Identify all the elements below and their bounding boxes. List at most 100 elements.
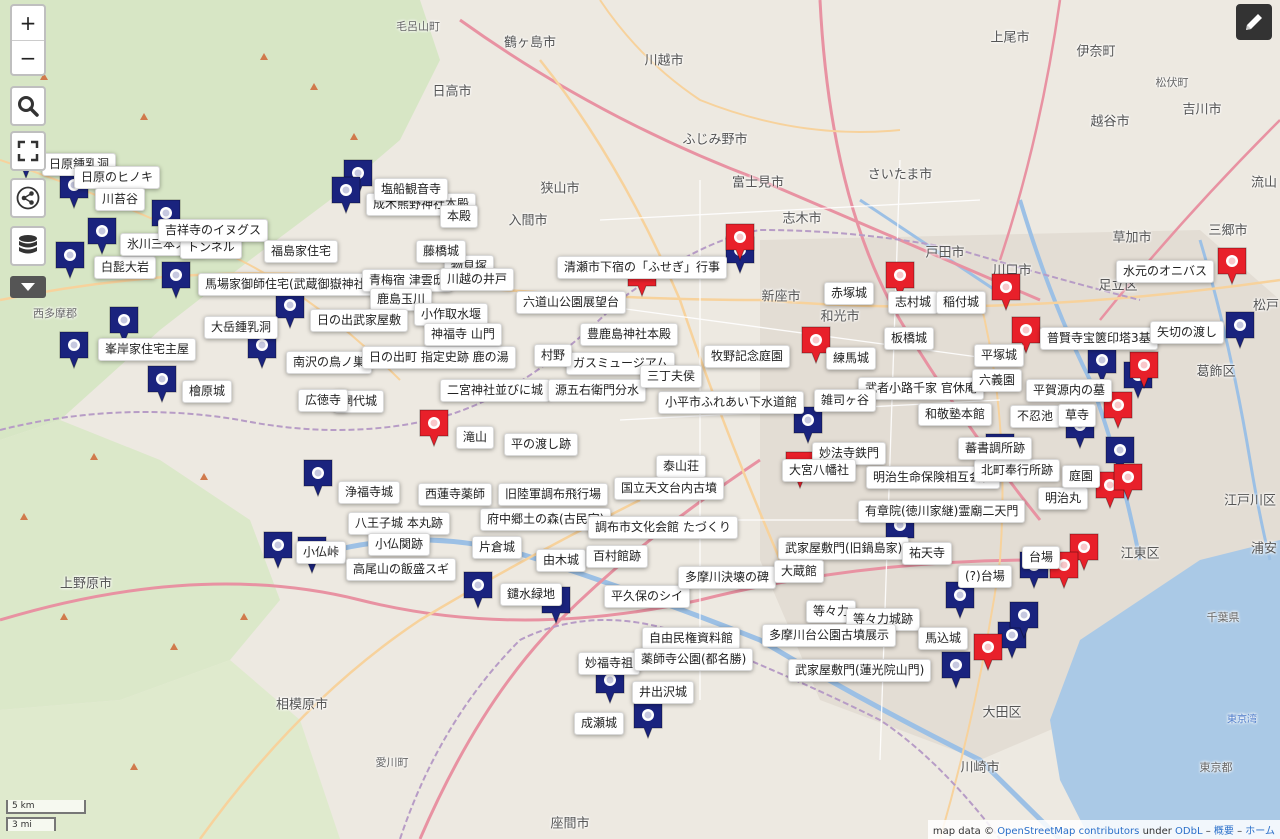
blue-map-marker[interactable] [632,700,664,740]
poi-label[interactable]: 日原のヒノキ [74,166,161,189]
poi-label[interactable]: 小仏峠 [296,541,347,564]
blue-map-marker[interactable] [1224,310,1256,350]
poi-label[interactable]: 福島家住宅 [264,240,339,263]
poi-label[interactable]: 清瀬市下宿の「ふせぎ」行事 [557,256,728,279]
red-map-marker[interactable] [1216,246,1248,286]
poi-label[interactable]: 自由民権資料館 [642,627,741,650]
poi-label[interactable]: 武者小路千家 官休庵 [858,377,984,400]
poi-label[interactable]: 祐天寺 [902,542,953,565]
poi-label[interactable]: 峯岸家住宅主屋 [98,338,197,361]
poi-label[interactable]: 鑓水緑地 [500,583,563,606]
blue-map-marker[interactable] [146,364,178,404]
blue-map-marker[interactable] [58,330,90,370]
home-link[interactable]: ホーム [1245,826,1275,837]
poi-label[interactable]: 由木城 [536,549,587,572]
poi-label[interactable]: 大岳鍾乳洞 [204,316,279,339]
poi-label[interactable]: 井出沢城 [632,681,695,704]
poi-label[interactable]: 板橋城 [884,327,935,350]
poi-label[interactable]: 本殿 [440,205,479,228]
poi-label[interactable]: 平の渡し跡 [504,433,579,456]
poi-label[interactable]: 明治丸 [1038,487,1089,510]
poi-label[interactable]: 檜原城 [182,380,233,403]
poi-label[interactable]: 平塚城 [974,344,1025,367]
poi-label[interactable]: 武家屋敷門(旧鍋島家) [778,537,910,560]
blue-map-marker[interactable] [330,175,362,215]
poi-label[interactable]: 矢切の渡し [1150,321,1225,344]
poi-label[interactable]: 武家屋敷門(蓮光院山門) [788,659,932,682]
poi-label[interactable]: 不忍池 [1010,405,1061,428]
blue-map-marker[interactable] [462,570,494,610]
poi-label[interactable]: 稲付城 [936,291,987,314]
poi-label[interactable]: 広徳寺 [298,389,349,412]
panel-toggle-button[interactable] [10,276,46,298]
poi-label[interactable]: 塩船観音寺 [374,178,449,201]
poi-label[interactable]: 馬込城 [918,627,969,650]
about-link[interactable]: 概要 [1214,826,1234,837]
poi-label[interactable]: 川越の井戸 [440,268,515,291]
search-button[interactable] [10,86,46,126]
poi-label[interactable]: 片倉城 [472,536,523,559]
poi-label[interactable]: 平久保のシイ [604,585,691,608]
poi-label[interactable]: 赤塚城 [824,282,875,305]
red-map-marker[interactable] [1112,462,1144,502]
blue-map-marker[interactable] [940,650,972,690]
red-map-marker[interactable] [1128,350,1160,390]
zoom-in-button[interactable]: + [12,6,44,40]
poi-label[interactable]: 多摩川台公園古墳展示 [762,624,897,647]
poi-label[interactable]: 神福寺 山門 [424,323,502,346]
blue-map-marker[interactable] [274,290,306,330]
poi-label[interactable]: 小仏関跡 [368,533,431,556]
red-map-marker[interactable] [418,408,450,448]
poi-label[interactable]: 小平市ふれあい下水道館 [658,391,805,414]
poi-label[interactable]: 普賢寺宝篋印塔3基 [1040,327,1158,350]
poi-label[interactable]: 旧陸軍調布飛行場 [498,483,609,506]
poi-label[interactable]: 吉祥寺のイヌグス [158,219,269,242]
poi-label[interactable]: 台場 [1022,546,1061,569]
red-map-marker[interactable] [724,222,756,262]
poi-label[interactable]: 草寺 [1058,404,1097,427]
fullscreen-button[interactable] [10,131,46,171]
blue-map-marker[interactable] [86,216,118,256]
poi-label[interactable]: 志村城 [888,291,939,314]
poi-label[interactable]: (?)台場 [958,565,1012,588]
red-map-marker[interactable] [990,272,1022,312]
poi-label[interactable]: 川苔谷 [95,188,146,211]
blue-map-marker[interactable] [262,530,294,570]
poi-label[interactable]: 豊鹿島神社本殿 [580,323,679,346]
poi-label[interactable]: 国立天文台内古墳 [614,477,725,500]
poi-label[interactable]: 浄福寺城 [338,481,401,504]
poi-label[interactable]: 白髭大岩 [94,256,157,279]
poi-label[interactable]: 六道山公園展望台 [516,291,627,314]
poi-label[interactable]: 日の出町 指定史跡 鹿の湯 [362,346,516,369]
red-map-marker[interactable] [972,632,1004,672]
poi-label[interactable]: 成瀬城 [574,712,625,735]
osm-link[interactable]: OpenStreetMap contributors [997,826,1139,837]
poi-label[interactable]: 平賀源内の墓 [1026,379,1113,402]
poi-label[interactable]: 多摩川決壊の碑 [678,566,777,589]
edit-button[interactable] [1236,4,1272,40]
poi-label[interactable]: 馬場家御師住宅(武蔵御嶽神社) [198,273,378,296]
poi-label[interactable]: 練馬城 [826,347,877,370]
poi-label[interactable]: 妙福寺祖 [578,652,641,675]
poi-label[interactable]: 三丁夫侯 [640,365,703,388]
poi-label[interactable]: 六義園 [972,369,1023,392]
poi-label[interactable]: 滝山 [456,426,495,449]
blue-map-marker[interactable] [302,458,334,498]
poi-label[interactable]: 薬師寺公園(都名勝) [634,648,754,671]
poi-label[interactable]: 水元のオニバス [1116,260,1215,283]
poi-label[interactable]: 日の出武家屋敷 [310,309,409,332]
poi-label[interactable]: 二宮神社並びに城 [440,379,551,402]
poi-label[interactable]: 蕃書調所跡 [958,437,1033,460]
poi-label[interactable]: 庭園 [1062,465,1101,488]
blue-map-marker[interactable] [1008,600,1040,640]
poi-label[interactable]: 牧野記念庭園 [704,345,791,368]
layers-button[interactable] [10,226,46,266]
license-link[interactable]: ODbL [1175,826,1203,837]
poi-label[interactable]: 藤橋城 [416,240,467,263]
poi-label[interactable]: 北町奉行所跡 [974,459,1061,482]
poi-label[interactable]: 和敬塾本館 [918,403,993,426]
poi-label[interactable]: 大宮八幡社 [782,459,857,482]
poi-label[interactable]: 西蓮寺薬師 [418,483,493,506]
poi-label[interactable]: 有章院(徳川家継)霊廟二天門 [858,500,1026,523]
poi-label[interactable]: 百村館跡 [586,545,649,568]
